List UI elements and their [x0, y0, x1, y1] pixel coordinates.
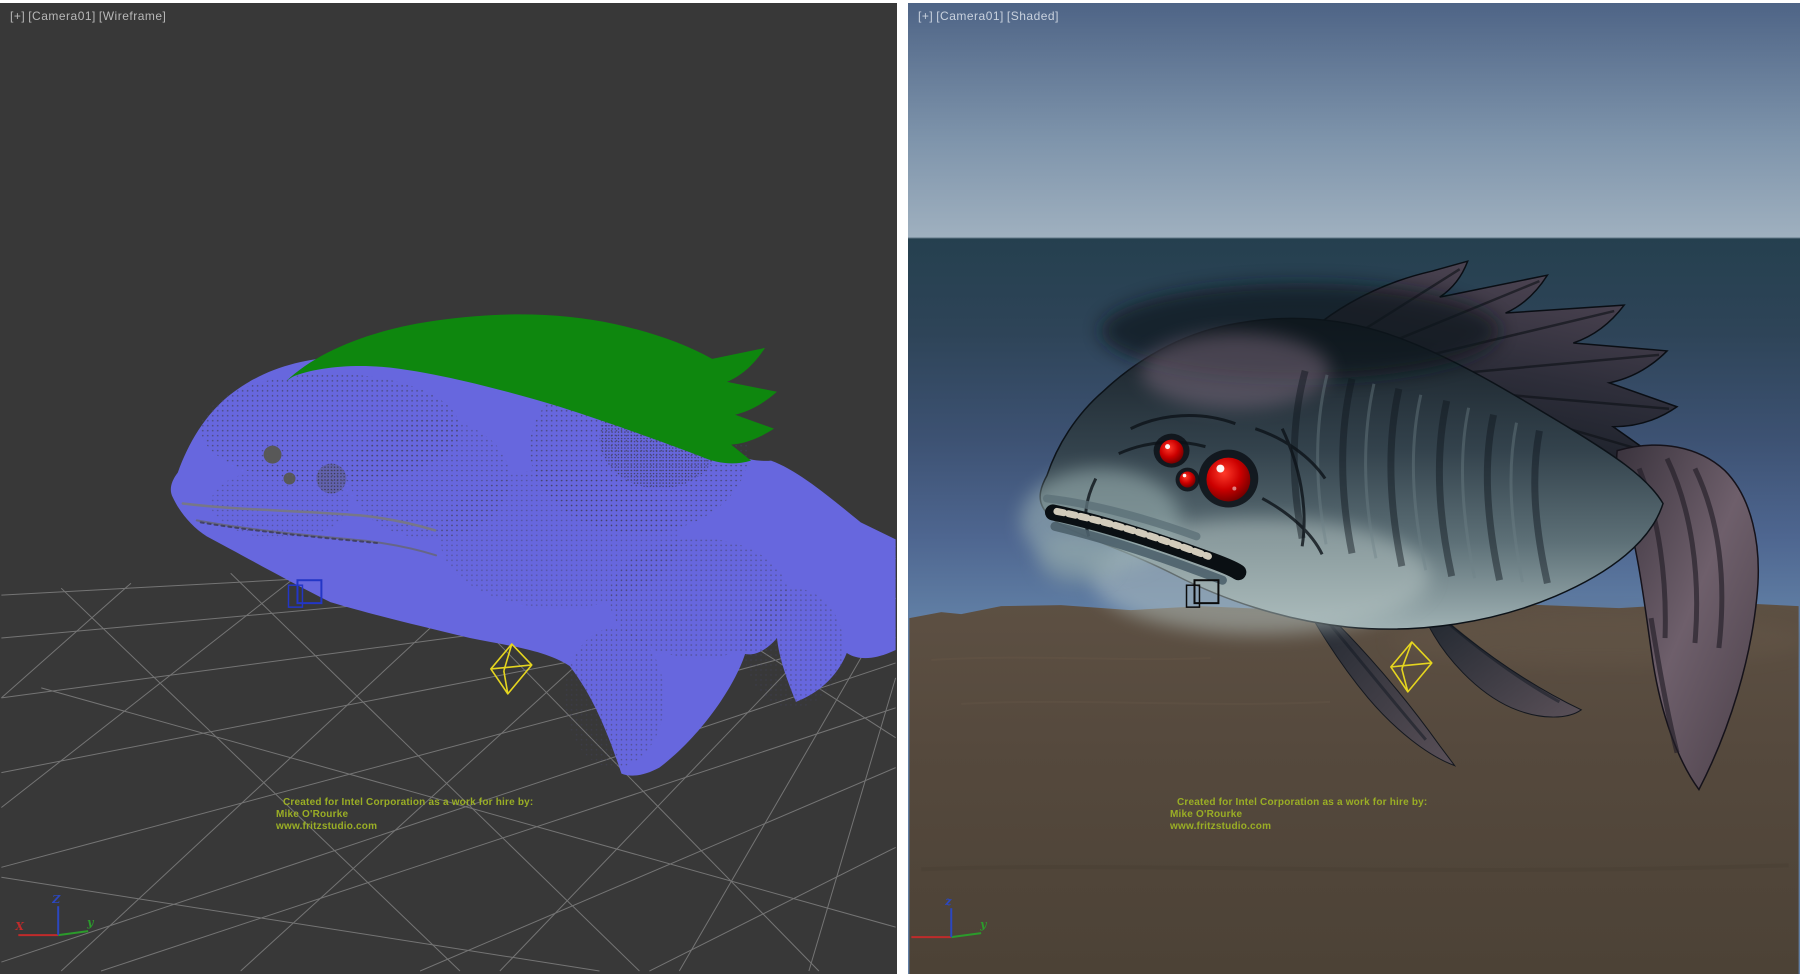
fish-model-wireframe[interactable]: [171, 314, 896, 775]
axis-y-label: y: [979, 918, 987, 931]
top-border: [0, 0, 1800, 3]
viewport-divider[interactable]: [897, 0, 908, 978]
viewport-menu-shading[interactable]: [Wireframe]: [99, 9, 167, 23]
credit-line-2: Mike O'Rourke: [276, 809, 533, 821]
viewport-menu-camera[interactable]: [Camera01]: [28, 9, 96, 23]
max-viewport-area: X y Z [+][Camera01][Wireframe] Created f…: [0, 0, 1800, 978]
credit-line-3: www.fritzstudio.com: [276, 821, 533, 833]
credit-text-wireframe: Created for Intel Corporation as a work …: [276, 797, 533, 833]
viewport-wireframe[interactable]: X y Z [+][Camera01][Wireframe] Created f…: [0, 3, 897, 974]
credit-line-1: Created for Intel Corporation as a work …: [1170, 797, 1427, 809]
viewport-menu-shading[interactable]: [Shaded]: [1007, 9, 1059, 23]
credit-line-1: Created for Intel Corporation as a work …: [276, 797, 533, 809]
credit-line-2: Mike O'Rourke: [1170, 809, 1427, 821]
axis-z-label: z: [944, 895, 952, 908]
viewport-label-left: [+][Camera01][Wireframe]: [10, 9, 169, 23]
bottom-border: [0, 974, 1800, 978]
credit-line-3: www.fritzstudio.com: [1170, 821, 1427, 833]
viewport-shaded[interactable]: y z [+][Camera01][Shaded] Created for In…: [908, 3, 1800, 974]
eye-red-small: [1180, 472, 1196, 488]
eye-red-medium: [1160, 440, 1184, 464]
bone-helper-octahedron[interactable]: [491, 644, 532, 694]
viewport-menu-expand[interactable]: [+]: [10, 9, 25, 23]
eye-large: [264, 446, 282, 464]
axis-x-label: X: [14, 920, 24, 933]
world-axis-tripod: [18, 906, 88, 935]
viewport-menu-expand[interactable]: [+]: [918, 9, 933, 23]
viewport-label-right: [+][Camera01][Shaded]: [918, 9, 1062, 23]
eye-red-large: [1206, 458, 1250, 502]
viewport-menu-camera[interactable]: [Camera01]: [936, 9, 1004, 23]
axis-z-label: Z: [51, 893, 61, 906]
eye-small: [284, 473, 296, 485]
credit-text-shaded: Created for Intel Corporation as a work …: [1170, 797, 1427, 833]
axis-y-label: y: [86, 916, 94, 929]
